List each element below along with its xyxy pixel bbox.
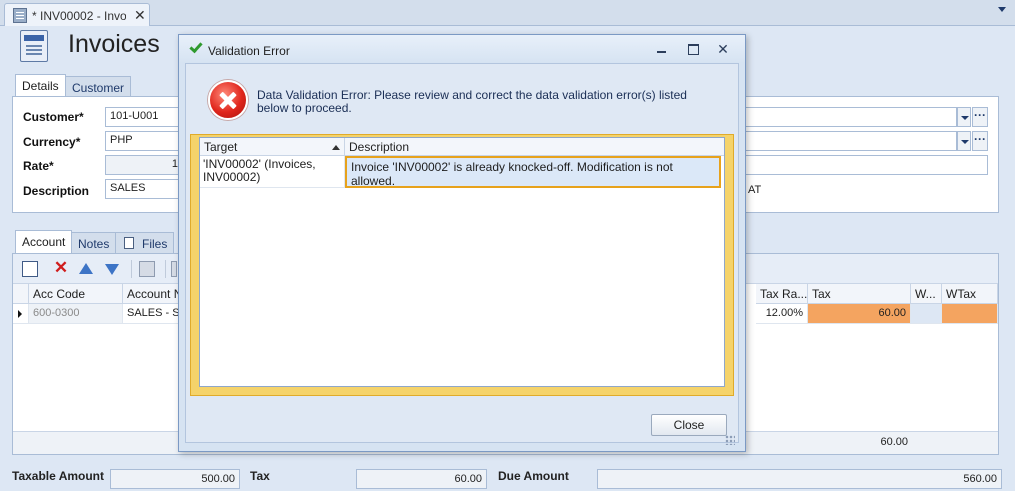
due-amount-field[interactable]: 560.00 — [597, 469, 1002, 489]
error-list-frame: Target Description 'INV00002' (Invoices,… — [190, 134, 734, 396]
cell-tax-rate[interactable]: 12.00% — [756, 304, 808, 324]
close-button[interactable]: Close — [651, 414, 727, 436]
dialog-title: Validation Error — [208, 44, 290, 58]
col-tax-rate[interactable]: Tax Ra... — [756, 284, 808, 304]
currency-label: Currency* — [23, 135, 81, 149]
description-label: Description — [23, 184, 90, 198]
tax-label: Tax — [250, 469, 270, 483]
currency-lookup-button[interactable]: ··· — [972, 131, 988, 151]
cell-account-name[interactable]: SALES - SE — [123, 304, 181, 324]
reference-field[interactable] — [743, 155, 988, 175]
new-icon[interactable] — [22, 261, 38, 277]
col-target[interactable]: Target — [200, 138, 345, 156]
tab-notes[interactable]: Notes — [71, 232, 117, 254]
col-tax[interactable]: Tax — [808, 284, 911, 304]
row-indicator[interactable] — [13, 304, 29, 324]
files-icon — [124, 237, 134, 249]
tab-files-label: Files — [142, 237, 168, 251]
col-acc-code[interactable]: Acc Code — [29, 284, 123, 304]
currency-field[interactable]: PHP — [105, 131, 183, 151]
col-wtax[interactable]: WTax — [942, 284, 998, 304]
toolbar-divider — [131, 260, 132, 278]
customer-lookup-button[interactable]: ··· — [972, 107, 988, 127]
document-tab-strip: * INV00002 - Invoi ✕ — [0, 0, 1015, 27]
copy-icon[interactable] — [139, 261, 155, 277]
error-target-cell[interactable]: 'INV00002' (Invoices, INV00002) — [200, 156, 345, 188]
window-close-button[interactable]: ✕ — [716, 42, 730, 56]
cell-wtax[interactable] — [942, 304, 998, 324]
currency-name-field[interactable] — [743, 131, 957, 151]
tab-files[interactable]: Files — [115, 232, 175, 254]
tab-list-chevron-icon[interactable] — [998, 7, 1006, 12]
sort-ascending-icon — [332, 145, 340, 150]
cell-tax[interactable]: 60.00 — [808, 304, 911, 324]
document-tab-invoice[interactable]: * INV00002 - Invoi ✕ — [4, 3, 150, 27]
resize-grip-icon[interactable] — [725, 435, 735, 445]
customer-dropdown-icon[interactable] — [957, 107, 971, 127]
vat-label: AT — [748, 184, 762, 196]
customer-name-field[interactable] — [743, 107, 957, 127]
tab-customer[interactable]: Customer — [65, 76, 132, 98]
tab-account[interactable]: Account — [15, 230, 73, 254]
move-down-icon[interactable] — [105, 264, 119, 275]
row-pointer-icon — [18, 310, 22, 318]
taxable-amount-field[interactable]: 500.00 — [110, 469, 240, 489]
row-indicator-header — [13, 284, 29, 304]
check-icon — [189, 39, 203, 54]
description-field[interactable]: SALES — [105, 179, 183, 199]
tax-field[interactable]: 60.00 — [356, 469, 487, 489]
dialog-title-bar[interactable]: Validation Error ✕ — [179, 35, 745, 63]
footer-tax-total: 60.00 — [880, 436, 908, 448]
validation-error-dialog: Validation Error ✕ Data Validation Error… — [178, 34, 746, 452]
due-amount-label: Due Amount — [498, 469, 569, 483]
error-description-cell[interactable]: Invoice 'INV00002' is already knocked-of… — [345, 156, 721, 188]
cell-acc-code[interactable]: 600-0300 — [29, 304, 123, 324]
col-description[interactable]: Description — [345, 138, 724, 156]
error-grid: Target Description 'INV00002' (Invoices,… — [199, 137, 725, 387]
form-icon — [20, 30, 48, 62]
col-target-label: Target — [204, 140, 238, 154]
invoice-document-icon — [13, 8, 27, 23]
col-account-name[interactable]: Account Na — [123, 284, 181, 304]
minimize-button[interactable] — [655, 43, 669, 55]
taxable-amount-label: Taxable Amount — [12, 469, 105, 483]
col-w[interactable]: W... — [911, 284, 942, 304]
page-title: Invoices — [68, 30, 160, 58]
error-icon — [208, 80, 248, 120]
delete-icon[interactable]: ✕ — [53, 259, 69, 277]
tab-details[interactable]: Details — [15, 74, 66, 98]
toolbar-divider-2 — [165, 260, 166, 278]
dialog-body: Data Validation Error: Please review and… — [185, 63, 739, 443]
rate-field[interactable]: 1 — [105, 155, 183, 175]
move-up-icon[interactable] — [79, 263, 93, 274]
attach-icon[interactable] — [171, 261, 177, 277]
currency-dropdown-icon[interactable] — [957, 131, 971, 151]
document-tab-label: * INV00002 - Invoi — [32, 9, 126, 23]
cell-w[interactable] — [911, 304, 942, 324]
maximize-button[interactable] — [686, 43, 700, 55]
rate-label: Rate* — [23, 159, 54, 173]
customer-field[interactable]: 101-U001 — [105, 107, 183, 127]
customer-label: Customer* — [23, 110, 84, 124]
error-message: Data Validation Error: Please review and… — [257, 88, 687, 115]
close-tab-icon[interactable]: ✕ — [134, 7, 146, 24]
